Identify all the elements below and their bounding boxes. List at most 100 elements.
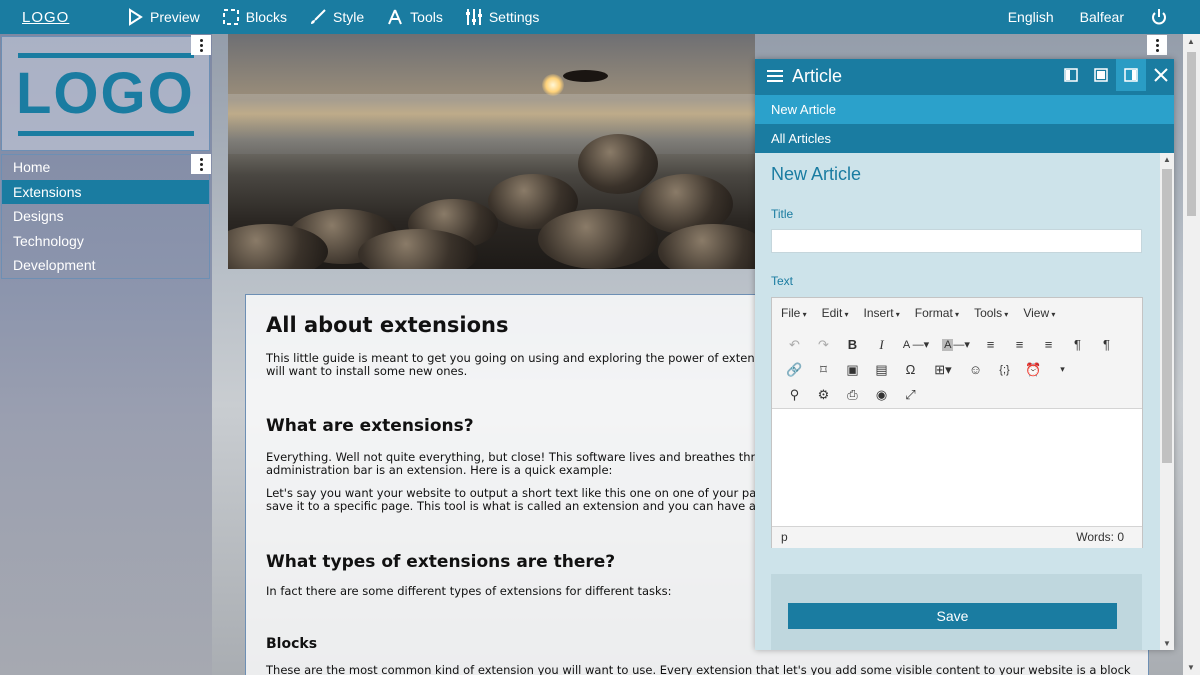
undo-icon[interactable]: ↶: [780, 333, 809, 357]
editor-text-area[interactable]: [772, 409, 1142, 526]
user-menu[interactable]: Balfear: [1080, 9, 1124, 25]
editor-menubar: File Edit Insert Format Tools View: [772, 298, 1142, 328]
user-label: Balfear: [1079, 9, 1124, 25]
hero-rock: [538, 209, 658, 269]
preview-button[interactable]: Preview: [126, 8, 200, 26]
hero-rock: [578, 134, 658, 194]
dock-left-button[interactable]: [1056, 59, 1086, 91]
menu-format[interactable]: Format: [915, 306, 959, 320]
scroll-down-icon[interactable]: ▼: [1163, 639, 1171, 648]
paragraph-4: These are the most common kind of extens…: [266, 663, 1131, 675]
settings-button[interactable]: Settings: [465, 8, 540, 26]
bookmark-icon[interactable]: ⌑: [809, 358, 838, 382]
more-dropdown-icon[interactable]: ▾: [1048, 358, 1077, 382]
preview-eye-icon[interactable]: ◉: [867, 383, 896, 407]
left-sidebar: LOGO Home Extensions Designs Technology …: [0, 34, 212, 675]
page-scroll-down-icon[interactable]: ▼: [1187, 663, 1195, 672]
logo-options-button[interactable]: [191, 35, 211, 55]
logo-bottom-rule: [18, 131, 194, 136]
find-replace-icon[interactable]: ⚲: [780, 383, 809, 407]
form-heading: New Article: [771, 164, 862, 184]
word-count: Words: 0: [1076, 530, 1124, 544]
title-input[interactable]: [771, 229, 1142, 253]
text-color-icon[interactable]: A —▾: [896, 333, 936, 357]
page-scrollbar[interactable]: ▲ ▼: [1183, 34, 1200, 675]
blocks-icon: [222, 9, 239, 25]
hero-options-button[interactable]: [1147, 35, 1167, 55]
settings-label: Settings: [488, 9, 540, 25]
image-icon[interactable]: ▣: [838, 358, 867, 382]
panel-body: New Article Title Text File Edit Insert …: [755, 153, 1160, 650]
play-icon: [129, 8, 143, 26]
nav-item-home[interactable]: Home: [2, 155, 209, 180]
align-right-icon[interactable]: ≡: [1034, 333, 1063, 357]
code-icon[interactable]: {;}: [990, 358, 1019, 382]
omega-icon[interactable]: Ω: [896, 358, 925, 382]
menu-insert[interactable]: Insert: [864, 306, 900, 320]
language-label: English: [1007, 9, 1054, 25]
dock-left-icon: [1064, 68, 1078, 82]
print-icon[interactable]: ⎙: [838, 383, 867, 407]
bold-icon[interactable]: B: [838, 333, 867, 357]
emoticon-icon[interactable]: ☺: [961, 358, 990, 382]
site-logo[interactable]: LOGO: [1, 36, 210, 151]
style-button[interactable]: Style: [309, 8, 364, 26]
article-title: All about extensions: [266, 313, 509, 337]
tools-icon: [388, 9, 403, 25]
menu-file[interactable]: File: [781, 306, 807, 320]
element-path[interactable]: p: [781, 530, 788, 548]
background-color-icon[interactable]: A —▾: [936, 333, 976, 357]
panel-scroll-thumb[interactable]: [1162, 169, 1172, 463]
logout-button[interactable]: [1150, 8, 1174, 26]
hero-image: [228, 34, 755, 269]
dock-right-icon: [1124, 68, 1138, 82]
rtl-icon[interactable]: ¶: [1092, 333, 1121, 357]
redo-icon[interactable]: ↷: [809, 333, 838, 357]
editor-toolbar: ↶ ↷ B I A —▾ A —▾ ≡ ≡ ≡ ¶ ¶ 🔗 ⌑ ▣ ▤ Ω ⊞▾…: [772, 328, 1142, 409]
brush-icon: [311, 9, 326, 24]
section-heading-what: What are extensions?: [266, 416, 474, 436]
align-left-icon[interactable]: ≡: [976, 333, 1005, 357]
hero-sun: [542, 74, 564, 96]
page-scroll-up-icon[interactable]: ▲: [1187, 37, 1195, 46]
media-icon[interactable]: ▤: [867, 358, 896, 382]
clock-icon[interactable]: ⏰: [1019, 358, 1048, 382]
nav-item-development[interactable]: Development: [2, 253, 209, 278]
nav-item-extensions[interactable]: Extensions: [2, 179, 209, 204]
align-center-icon[interactable]: ≡: [1005, 333, 1034, 357]
menu-tools[interactable]: Tools: [974, 306, 1008, 320]
tools-button[interactable]: Tools: [386, 8, 443, 26]
hamburger-icon[interactable]: [767, 70, 783, 84]
scroll-up-icon[interactable]: ▲: [1163, 155, 1171, 164]
nav-item-designs[interactable]: Designs: [2, 204, 209, 229]
menu-view[interactable]: View: [1023, 306, 1055, 320]
dock-full-button[interactable]: [1086, 59, 1116, 91]
save-button[interactable]: Save: [788, 603, 1117, 629]
language-selector[interactable]: English: [1008, 9, 1054, 25]
nav-item-technology[interactable]: Technology: [2, 229, 209, 254]
tab-new-article[interactable]: New Article: [755, 95, 1174, 124]
maximize-icon: [1094, 68, 1108, 82]
blocks-button[interactable]: Blocks: [222, 8, 287, 26]
subheading-blocks: Blocks: [266, 636, 318, 652]
admin-bar: LOGO Preview Blocks Style Tools Settings…: [0, 0, 1200, 34]
table-icon[interactable]: ⊞▾: [925, 358, 961, 382]
menu-edit[interactable]: Edit: [822, 306, 849, 320]
admin-logo[interactable]: LOGO: [22, 9, 104, 26]
panel-title: Article: [792, 66, 843, 86]
page-scroll-thumb[interactable]: [1187, 52, 1196, 216]
title-label: Title: [771, 207, 794, 221]
power-icon: [1152, 9, 1166, 25]
tab-all-articles[interactable]: All Articles: [755, 124, 1174, 153]
ltr-icon[interactable]: ¶: [1063, 333, 1092, 357]
close-panel-button[interactable]: [1146, 59, 1176, 91]
text-label: Text: [771, 274, 794, 288]
panel-scrollbar[interactable]: ▲ ▼: [1160, 153, 1174, 650]
nav-options-button[interactable]: [191, 154, 211, 174]
link-icon[interactable]: 🔗: [780, 358, 809, 382]
section-heading-types: What types of extensions are there?: [266, 552, 616, 572]
italic-icon[interactable]: I: [867, 333, 896, 357]
dock-right-button[interactable]: [1116, 59, 1146, 91]
fullscreen-icon[interactable]: ⤢: [896, 383, 925, 407]
gear-icon[interactable]: ⚙: [809, 383, 838, 407]
